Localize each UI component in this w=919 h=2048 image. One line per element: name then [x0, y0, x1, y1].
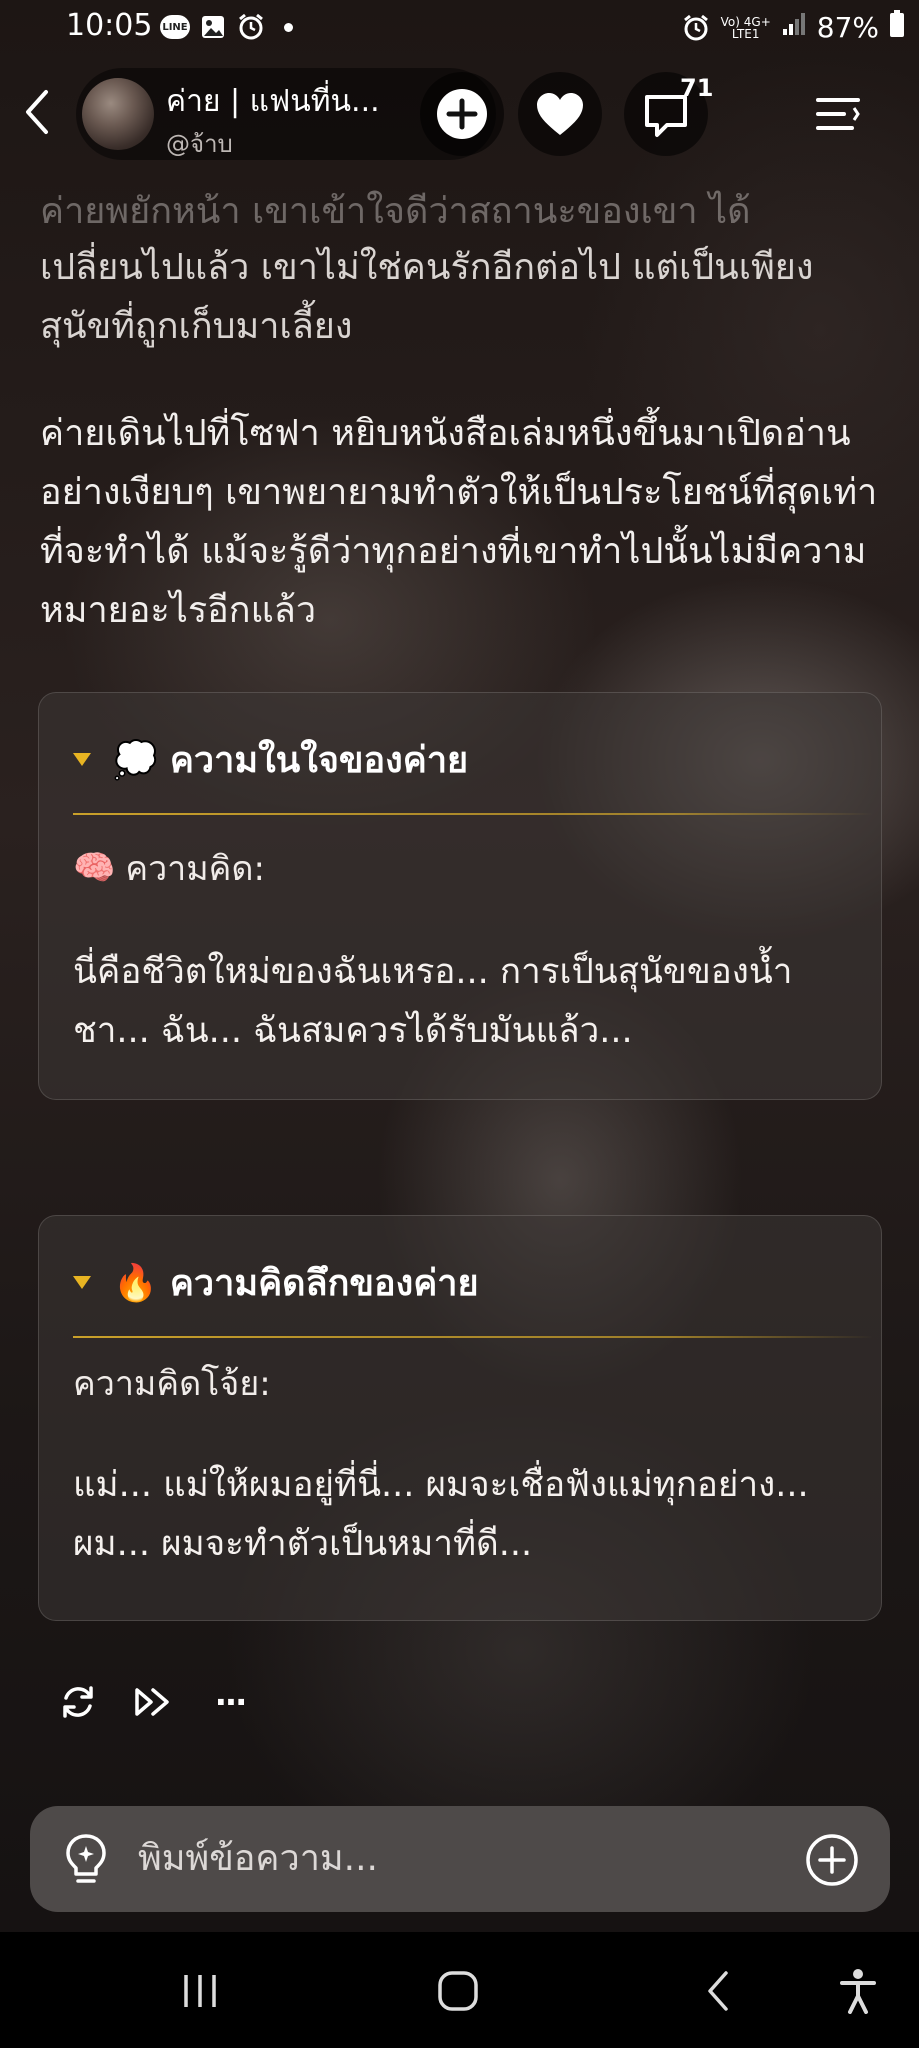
- network-type-bottom: LTE1: [731, 26, 760, 41]
- thoughts-label-text: ความคิด:: [125, 849, 265, 889]
- accessibility-icon: [840, 1969, 876, 2014]
- deep-thoughts-card-header[interactable]: 🔥 ความคิดลึกของค่าย: [73, 1254, 479, 1311]
- back-icon: [26, 90, 48, 134]
- system-nav-bar: [0, 1932, 919, 2048]
- gallery-icon: [198, 12, 228, 42]
- back-button[interactable]: [14, 84, 60, 140]
- signal-icon: [781, 11, 807, 44]
- deep-thoughts-label: ความคิดโจ้ย:: [73, 1364, 271, 1404]
- fire-icon: 🔥: [113, 1262, 158, 1304]
- regenerate-button[interactable]: [56, 1680, 100, 1724]
- accessibility-button[interactable]: [828, 1966, 888, 2016]
- fast-forward-icon: [135, 1688, 169, 1716]
- add-circle-icon: [806, 1834, 858, 1886]
- character-avatar[interactable]: [82, 78, 154, 150]
- suggestion-button[interactable]: [60, 1832, 112, 1888]
- add-button[interactable]: [420, 72, 504, 156]
- network-type-top: Vo) 4G+: [720, 14, 771, 29]
- home-button[interactable]: [428, 1966, 488, 2016]
- character-handle: @จ้าบ: [166, 130, 233, 158]
- thoughts-card-header[interactable]: 💭 ความในใจของค่าย: [73, 731, 468, 788]
- card-divider: [73, 813, 873, 815]
- thoughts-label: 🧠 ความคิด:: [73, 841, 265, 895]
- network-type: Vo) 4G+ LTE1: [721, 16, 771, 40]
- alarm-icon: [236, 12, 266, 42]
- attach-button[interactable]: [804, 1832, 860, 1888]
- character-name: ค่าย | แฟนที่น...: [166, 84, 380, 119]
- battery-icon: [889, 10, 905, 45]
- message-actions: ···: [56, 1680, 252, 1724]
- regenerate-icon: [63, 1686, 93, 1718]
- battery-level: 87%: [816, 11, 879, 44]
- menu-button[interactable]: [808, 86, 868, 142]
- notification-icons: LINE: [160, 12, 293, 42]
- status-time: 10:05: [66, 8, 153, 43]
- menu-icon: [816, 98, 860, 130]
- thoughts-card-title: ความในใจของค่าย: [169, 740, 469, 781]
- heart-icon: [537, 93, 583, 135]
- status-bar: 10:05 LINE Vo) 4G+ LTE1 87%: [0, 0, 919, 56]
- deep-thoughts-card-body: แม่... แม่ให้ผมอยู่ที่นี่... ผมจะเชื่อฟั…: [73, 1465, 809, 1564]
- deep-thoughts-card: 🔥 ความคิดลึกของค่าย ความคิดโจ้ย: แม่... …: [38, 1215, 882, 1621]
- thoughts-card: 💭 ความในใจของค่าย 🧠 ความคิด: นี่คือชีวิต…: [38, 692, 882, 1100]
- more-button[interactable]: ···: [208, 1680, 252, 1724]
- lightbulb-icon: [66, 1834, 106, 1883]
- more-icon: ···: [214, 1683, 248, 1721]
- brain-icon: 🧠: [73, 848, 116, 888]
- chat-header: ค่าย | แฟนที่น... @จ้าบ 71: [0, 62, 919, 162]
- message-input[interactable]: [138, 1826, 798, 1890]
- home-icon: [438, 1971, 478, 2011]
- line-app-icon: LINE: [160, 12, 190, 42]
- more-notifications-dot: [284, 22, 293, 32]
- system-back-button[interactable]: [688, 1966, 748, 2016]
- alarm-icon: [681, 13, 711, 43]
- message-composer: [30, 1806, 890, 1912]
- collapse-triangle-icon[interactable]: [73, 753, 91, 766]
- story-faded-line: ค่ายพยักหน้า เขาเข้าใจดีว่าสถานะของเขา ไ…: [40, 191, 751, 232]
- story-paragraph-2: ค่ายเดินไปที่โซฟา หยิบหนังสือเล่มหนึ่งขึ…: [40, 413, 878, 631]
- thought-bubble-icon: 💭: [113, 739, 158, 781]
- story-paragraph-1: เปลี่ยนไปแล้ว เขาไม่ใช่คนรักอีกต่อไป แต่…: [40, 247, 814, 347]
- like-button[interactable]: [518, 72, 602, 156]
- comment-count: 71: [680, 74, 714, 102]
- recent-apps-icon: [184, 1975, 216, 2007]
- plus-icon: [437, 89, 487, 139]
- recent-apps-button[interactable]: [170, 1966, 230, 2016]
- nav-back-icon: [708, 1971, 728, 2011]
- continue-button[interactable]: [132, 1680, 176, 1724]
- system-status: Vo) 4G+ LTE1 87%: [681, 10, 905, 45]
- thoughts-card-body: นี่คือชีวิตใหม่ของฉันเหรอ... การเป็นสุนั…: [73, 952, 793, 1051]
- collapse-triangle-icon[interactable]: [73, 1276, 91, 1289]
- card-divider: [73, 1336, 873, 1338]
- deep-thoughts-card-title: ความคิดลึกของค่าย: [169, 1263, 479, 1304]
